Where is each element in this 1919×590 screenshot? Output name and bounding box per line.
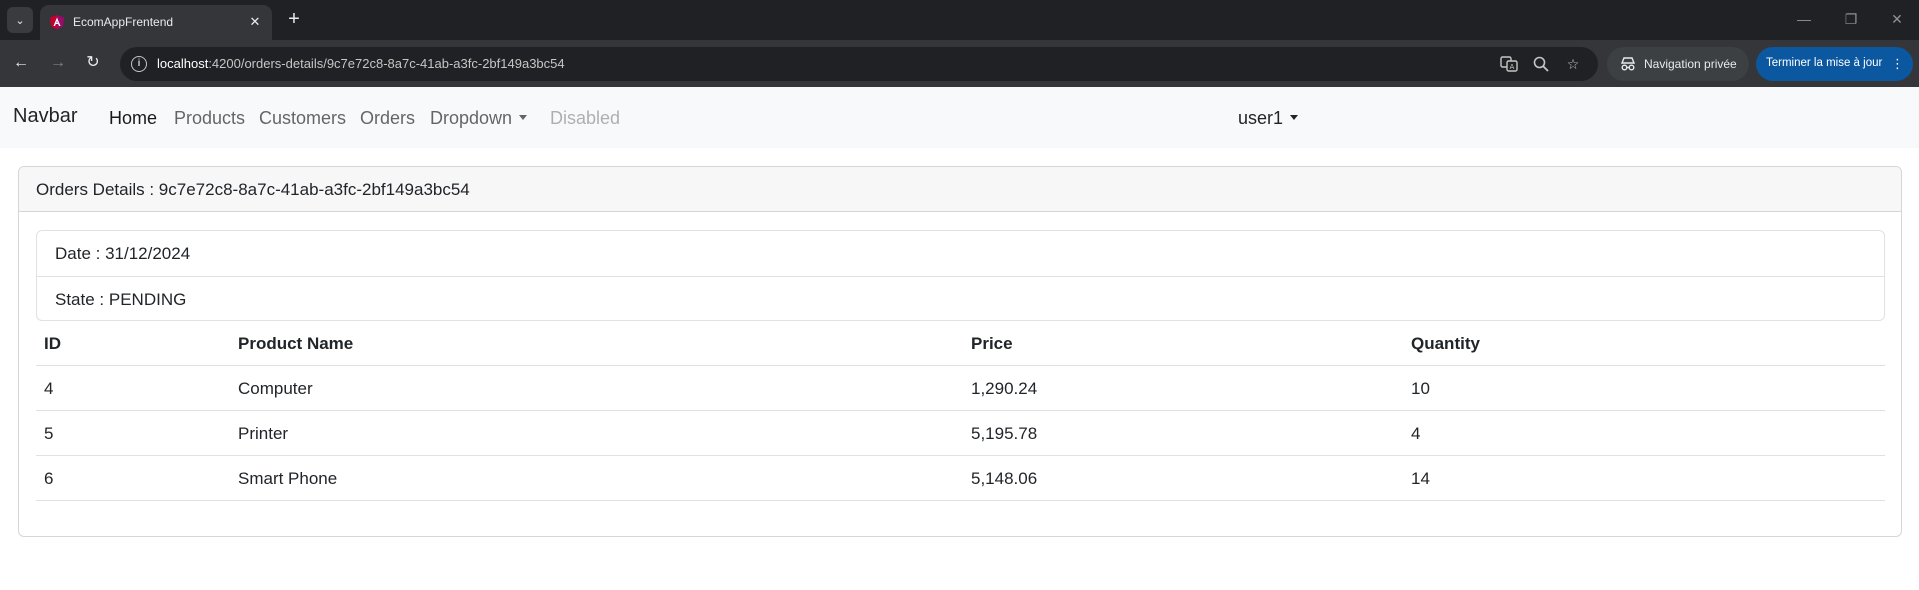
cell-quantity: 14	[1411, 469, 1430, 488]
cell-price: 1,290.24	[971, 379, 1038, 398]
cell-id: 5	[44, 424, 54, 443]
tab-close-icon[interactable]: ✕	[246, 13, 264, 31]
finish-update-button[interactable]: Terminer la mise à jour ⋮	[1756, 47, 1913, 81]
order-items-table: ID Product Name Price Quantity 4 Compute…	[36, 321, 1885, 501]
column-header-id: ID	[44, 334, 61, 353]
address-bar[interactable]: i localhost:4200/orders-details/9c7e72c8…	[120, 47, 1598, 81]
update-label: Terminer la mise à jour	[1766, 57, 1883, 69]
table-header-row: ID Product Name Price Quantity	[36, 321, 1885, 366]
column-header-product-name: Product Name	[238, 334, 354, 353]
angular-favicon-icon	[50, 15, 64, 30]
browser-tabstrip: ⌄ EcomAppFrentend ✕ + — ❐ ✕	[0, 0, 1919, 40]
order-id-heading: Orders Details : 9c7e72c8-8a7c-41ab-a3fc…	[36, 180, 470, 199]
cell-id: 6	[44, 469, 54, 488]
navbar-brand[interactable]: Navbar	[13, 105, 77, 128]
new-tab-plus-icon[interactable]: +	[282, 8, 306, 32]
reload-icon[interactable]: ↻	[81, 51, 105, 75]
app-navbar: Navbar Home Products Customers Orders Dr…	[0, 87, 1919, 148]
incognito-indicator[interactable]: Navigation privée	[1607, 47, 1749, 81]
user-caret-icon	[1290, 115, 1299, 120]
url-text[interactable]: localhost:4200/orders-details/9c7e72c8-8…	[157, 56, 565, 71]
cell-quantity: 4	[1411, 424, 1421, 443]
cell-product-name: Computer	[238, 379, 313, 398]
order-info-list: Date : 31/12/2024 State : PENDING	[36, 230, 1885, 321]
nav-link-customers[interactable]: Customers	[259, 108, 346, 129]
browser-tab[interactable]: EcomAppFrentend ✕	[40, 5, 272, 40]
translate-icon[interactable]: A	[1500, 55, 1518, 73]
order-state-item: State : PENDING	[37, 276, 1884, 321]
nav-link-orders[interactable]: Orders	[360, 108, 415, 129]
cell-product-name: Smart Phone	[238, 469, 338, 488]
cell-id: 4	[44, 379, 54, 398]
tab-search-chevron-icon[interactable]: ⌄	[7, 7, 33, 33]
nav-link-home[interactable]: Home	[109, 108, 157, 129]
nav-link-disabled: Disabled	[550, 108, 621, 128]
back-arrow-icon[interactable]: ←	[9, 51, 33, 75]
kebab-menu-icon[interactable]: ⋮	[1891, 56, 1904, 72]
table-row: 6 Smart Phone 5,148.06 14	[36, 456, 1885, 501]
dropdown-caret-icon	[519, 115, 528, 120]
nav-dropdown[interactable]: Dropdown	[430, 108, 528, 129]
incognito-icon	[1620, 57, 1636, 71]
zoom-icon[interactable]	[1532, 55, 1550, 73]
minimize-icon[interactable]: —	[1794, 9, 1814, 29]
svg-text:A: A	[1510, 64, 1515, 71]
column-header-price: Price	[971, 334, 1013, 353]
cell-price: 5,195.78	[971, 424, 1038, 443]
incognito-label: Navigation privée	[1644, 57, 1737, 71]
table-row: 4 Computer 1,290.24 10	[36, 366, 1885, 411]
cell-price: 5,148.06	[971, 469, 1038, 488]
nav-dropdown-label: Dropdown	[430, 108, 513, 128]
order-date: Date : 31/12/2024	[55, 244, 191, 263]
browser-toolbar: ← → ↻ i localhost:4200/orders-details/9c…	[0, 40, 1919, 87]
order-state: State : PENDING	[55, 290, 187, 309]
card-header: Orders Details : 9c7e72c8-8a7c-41ab-a3fc…	[19, 167, 1901, 212]
order-date-item: Date : 31/12/2024	[37, 231, 1884, 276]
site-info-icon[interactable]: i	[131, 56, 147, 72]
window-close-icon[interactable]: ✕	[1887, 9, 1907, 29]
order-details-card: Orders Details : 9c7e72c8-8a7c-41ab-a3fc…	[18, 166, 1902, 537]
column-header-quantity: Quantity	[1411, 334, 1480, 353]
cell-product-name: Printer	[238, 424, 289, 443]
nav-link-products[interactable]: Products	[174, 108, 245, 129]
forward-arrow-icon[interactable]: →	[46, 51, 70, 75]
cell-quantity: 10	[1411, 379, 1430, 398]
restore-icon[interactable]: ❐	[1841, 9, 1861, 29]
bookmark-star-icon[interactable]: ☆	[1564, 55, 1582, 73]
table-row: 5 Printer 5,195.78 4	[36, 411, 1885, 456]
tab-title: EcomAppFrentend	[73, 15, 174, 29]
user-dropdown[interactable]: user1	[1238, 108, 1299, 129]
user-name: user1	[1238, 108, 1284, 128]
